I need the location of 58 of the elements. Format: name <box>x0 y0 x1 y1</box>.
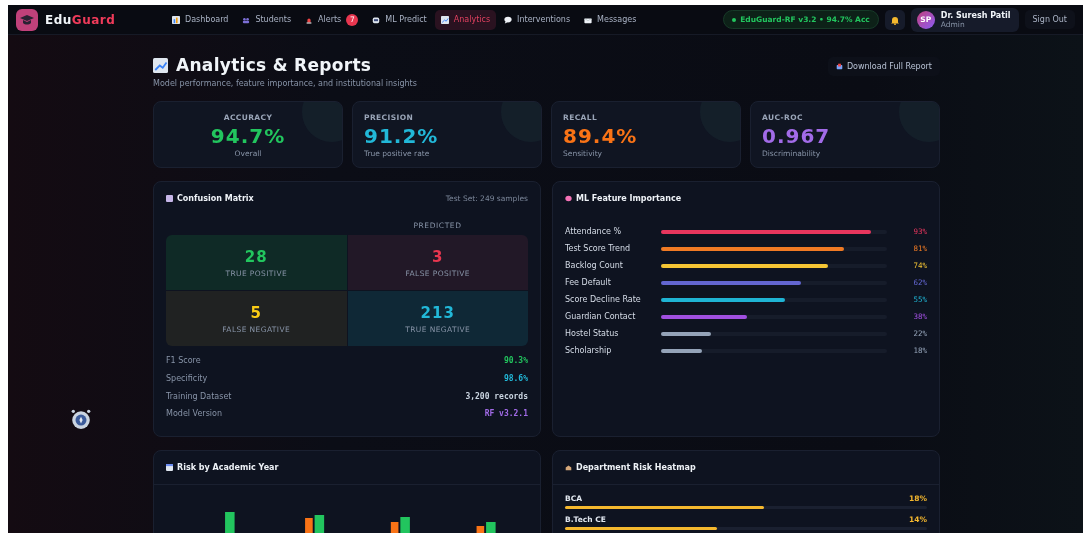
page-title: Analytics & Reports <box>176 55 372 75</box>
bar-chart-icon <box>172 15 180 24</box>
download-report-button[interactable]: Download Full Report <box>827 57 940 76</box>
cell-count: 213 <box>420 303 455 322</box>
page-subtitle: Model performance, feature importance, and institutional insights <box>153 79 417 88</box>
feature-name: Backlog Count <box>565 261 624 270</box>
trend-chart-icon <box>153 57 168 73</box>
feature-name: Hostel Status <box>565 329 620 338</box>
robot-icon <box>70 408 92 430</box>
brain-icon <box>565 195 572 202</box>
metric-value: 94.7% <box>210 124 286 148</box>
nav-tab[interactable]: ML Predict <box>366 9 433 30</box>
panel-title: Confusion Matrix <box>177 194 254 203</box>
nav-tab[interactable]: Messages <box>578 9 643 30</box>
stat-value: 90.3% <box>503 356 528 366</box>
graduation-cap-logo <box>16 8 38 31</box>
notifications-button[interactable] <box>884 9 905 30</box>
cell-count: 5 <box>250 303 262 322</box>
stat-value: 98.6% <box>503 374 528 384</box>
robot-icon <box>372 15 381 24</box>
user-name: Dr. Suresh Patil <box>940 10 1011 20</box>
feature-name: Test Score Trend <box>565 244 632 253</box>
stat-label: Model Version <box>166 409 222 419</box>
metric-value: 89.4% <box>563 124 639 148</box>
metric-value: 91.2% <box>364 124 440 148</box>
bell-icon <box>889 14 900 25</box>
robot-assistant-button[interactable] <box>70 408 92 430</box>
cell-count: 3 <box>432 247 444 266</box>
stat-label: F1 Score <box>166 356 201 366</box>
building-icon <box>565 464 572 471</box>
calendar-icon <box>166 464 173 471</box>
panel-title: Risk by Academic Year <box>177 463 279 472</box>
stat-value: RF v3.2.1 <box>484 409 528 419</box>
nav-tab[interactable]: Students <box>236 9 298 30</box>
panel-title: ML Feature Importance <box>576 194 682 203</box>
nav-tab[interactable]: Dashboard <box>166 9 235 30</box>
status-dot-icon <box>732 17 737 22</box>
sign-out-button[interactable]: Sign Out <box>1024 10 1075 29</box>
metric-value: 0.967 <box>762 124 832 148</box>
brand-name: EduGuard <box>45 12 116 27</box>
inbox-tray-icon <box>835 63 843 70</box>
mail-icon <box>584 15 593 24</box>
stat-value: 3,200 records <box>465 391 528 401</box>
panel-title: Department Risk Heatmap <box>576 463 696 472</box>
feature-name: Guardian Contact <box>565 312 637 321</box>
feature-name: Attendance % <box>565 227 623 236</box>
nav-tab[interactable]: Interventions <box>498 9 577 30</box>
feature-name: Scholarship <box>565 346 613 355</box>
speech-bubble-icon <box>504 15 513 24</box>
trend-chart-icon <box>440 15 449 24</box>
stat-label: Training Dataset <box>166 391 232 401</box>
square-icon <box>166 195 173 202</box>
stat-label: Specificity <box>166 374 208 384</box>
people-icon <box>242 15 251 24</box>
feature-name: Fee Default <box>565 278 612 287</box>
cell-count: 28 <box>244 247 268 266</box>
feature-name: Score Decline Rate <box>565 295 642 304</box>
nav-tab[interactable]: Analytics <box>434 9 497 30</box>
